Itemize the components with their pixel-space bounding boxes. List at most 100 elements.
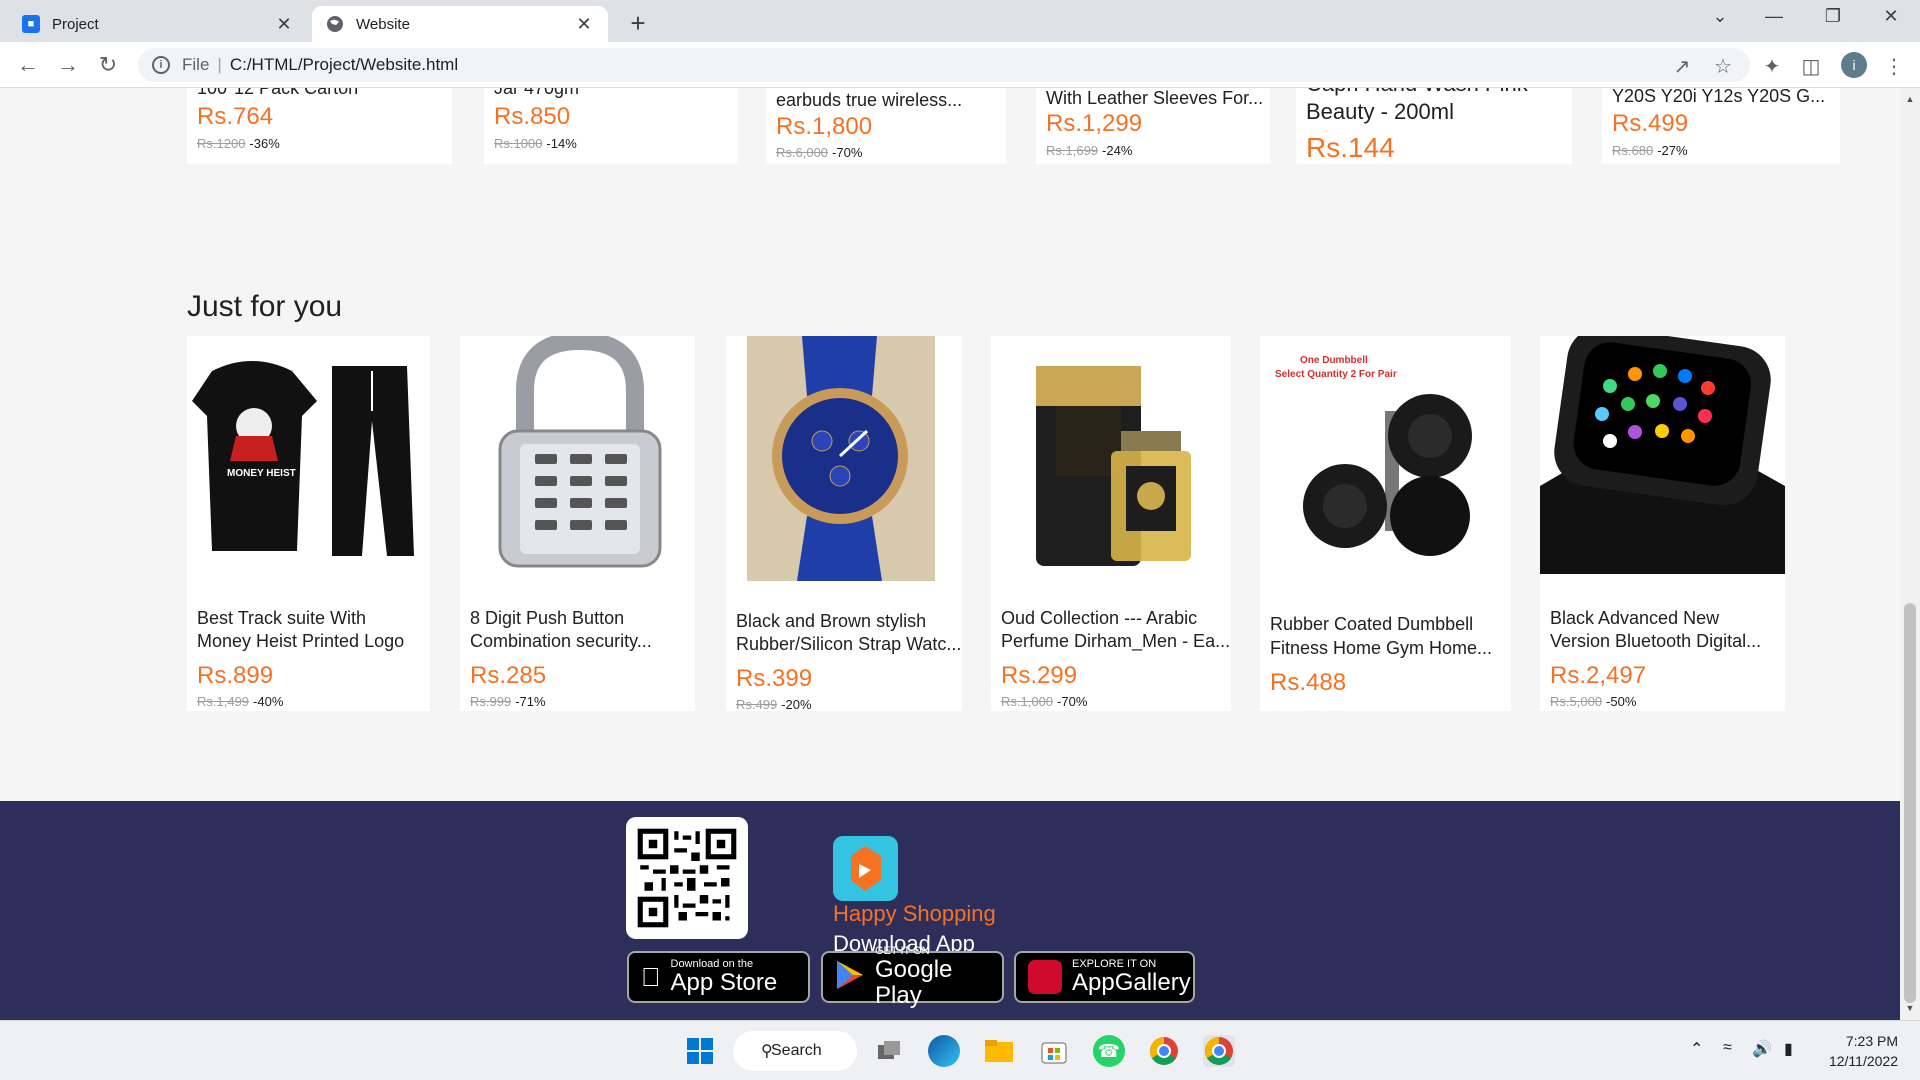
product-name-line2: Money Heist Printed Logo <box>197 631 405 651</box>
product-name-line1: Rubber Coated Dumbbell <box>1270 614 1474 634</box>
product-old-price: Rs.1000 -14% <box>494 136 577 151</box>
minimize-button[interactable]: — <box>1754 6 1794 27</box>
product-old-price: Rs.680 -27% <box>1612 143 1688 158</box>
chrome-profile-icon[interactable] <box>1203 1035 1235 1067</box>
clock-time: 7:23 PM <box>1845 1033 1898 1049</box>
edge-icon[interactable] <box>928 1035 960 1067</box>
store-big-text: Google Play <box>875 956 953 1009</box>
system-clock[interactable]: 7:23 PM 12/11/2022 <box>1818 1031 1898 1071</box>
start-icon[interactable] <box>684 1035 716 1067</box>
product-old-price: Rs.1,499 -40% <box>197 694 284 709</box>
globe-icon <box>326 15 344 33</box>
taskbar-search[interactable]: ⚲ Search <box>733 1031 857 1071</box>
product-name-line1: Best Track suite With <box>197 608 367 628</box>
address-bar[interactable]: i File | C:/HTML/Project/Website.html <box>138 48 1750 82</box>
product-name-top: Capri Hand Wash Pink <box>1306 88 1541 96</box>
product-old-price: Rs.5,000 -50% <box>1550 694 1637 709</box>
product-name-line2: Perfume Dirham_Men - Ea... <box>1001 631 1231 651</box>
tray-overflow-icon[interactable]: ⌃ <box>1690 1039 1703 1059</box>
maximize-button[interactable]: ❐ <box>1813 6 1853 27</box>
close-tab-icon[interactable]: ✕ <box>274 14 294 35</box>
product-image[interactable] <box>747 336 935 581</box>
product-card[interactable]: Black Advanced New Version Bluetooth Dig… <box>1540 336 1785 711</box>
url-text: C:/HTML/Project/Website.html <box>229 55 459 74</box>
product-name: earbuds true wireless... <box>776 90 963 110</box>
back-icon[interactable]: ← <box>14 52 42 78</box>
profile-avatar[interactable]: i <box>1841 52 1867 78</box>
search-label: Search <box>771 1042 822 1059</box>
tab-project[interactable]: ■ Project ✕ <box>8 6 308 42</box>
product-price: Rs.299 <box>1001 662 1078 689</box>
close-window-button[interactable]: ✕ <box>1871 6 1911 27</box>
product-card[interactable]: 100*12 Pack Carton Rs.764 Rs.1200 -36% <box>187 88 452 164</box>
product-card[interactable]: Capri Hand Wash Pink Beauty - 200ml Rs.1… <box>1296 88 1572 164</box>
product-card[interactable]: Oud Collection --- Arabic Perfume Dirham… <box>991 336 1231 711</box>
store-icon[interactable] <box>1038 1035 1070 1067</box>
forward-icon[interactable]: → <box>54 52 82 78</box>
bookmark-star-icon[interactable]: ☆ <box>1710 54 1736 79</box>
product-price: Rs.1,800 <box>776 113 873 140</box>
share-icon[interactable]: ↗ <box>1669 54 1695 79</box>
product-image[interactable] <box>480 336 680 571</box>
side-panel-icon[interactable]: ◫ <box>1798 54 1824 79</box>
product-price: Rs.850 <box>494 103 571 130</box>
product-name: Y20S Y20i Y12s Y20S G... <box>1612 88 1826 106</box>
chrome-icon[interactable] <box>1148 1035 1180 1067</box>
wifi-icon[interactable]: ≈ <box>1723 1039 1732 1057</box>
reload-icon[interactable]: ↻ <box>94 52 122 78</box>
menu-icon[interactable]: ⋮ <box>1881 54 1907 79</box>
web-page: 100*12 Pack Carton Rs.764 Rs.1200 -36% Ja… <box>0 88 1900 1020</box>
tab-title: Website <box>356 15 410 33</box>
product-image[interactable] <box>1011 346 1211 571</box>
product-card[interactable]: Jar 470gm Rs.850 Rs.1000 -14% <box>484 88 738 164</box>
search-icon: ⚲ <box>761 1043 773 1060</box>
scroll-thumb[interactable] <box>1904 603 1916 1003</box>
product-card[interactable]: Y20S Y20i Y12s Y20S G... Rs.499 Rs.680 -2… <box>1602 88 1840 164</box>
taskbar: ⚲ Search ☎ ⌃ ≈ 🔊 ▮ 7:23 PM 12/11/2022 <box>0 1020 1920 1080</box>
project-favicon-icon: ■ <box>22 15 40 33</box>
product-old-price: Rs.499 -20% <box>736 697 812 712</box>
product-card[interactable]: earbuds true wireless... Rs.1,800 Rs.6,0… <box>766 88 1006 164</box>
product-old-price: Rs.999 -71% <box>470 694 546 709</box>
task-view-icon[interactable] <box>873 1035 905 1067</box>
product-card[interactable]: With Leather Sleeves For... Rs.1,299 Rs.… <box>1036 88 1270 164</box>
new-tab-button[interactable]: + <box>624 8 652 39</box>
product-price: Rs.488 <box>1270 669 1347 696</box>
product-name-line2: Version Bluetooth Digital... <box>1550 631 1762 651</box>
tab-website[interactable]: Website ✕ <box>312 6 608 42</box>
product-price: Rs.144 <box>1306 132 1395 163</box>
product-card[interactable]: 8 Digit Push Button Combination security… <box>460 336 695 711</box>
info-icon[interactable]: i <box>152 56 170 74</box>
scheme-label: File <box>182 55 210 74</box>
product-image[interactable]: One Dumbbell Select Quantity 2 For Pair <box>1270 351 1500 571</box>
extensions-icon[interactable]: ✦ <box>1759 54 1785 79</box>
scroll-down-arrow[interactable]: ▼ <box>1904 1003 1916 1013</box>
battery-icon[interactable]: ▮ <box>1784 1039 1793 1059</box>
hoodie-print-text: MONEY HEIST <box>227 468 296 479</box>
play-icon <box>835 959 865 996</box>
whatsapp-icon[interactable]: ☎ <box>1093 1035 1125 1067</box>
product-card[interactable]: MONEY HEIST Best Track suite With Money … <box>187 336 430 711</box>
page-scrollbar[interactable]: ▲ ▼ <box>1900 88 1920 1020</box>
volume-icon[interactable]: 🔊 <box>1752 1039 1772 1059</box>
appgallery-button[interactable]: EXPLORE IT ON AppGallery <box>1014 951 1195 1003</box>
close-tab-icon[interactable]: ✕ <box>574 14 594 35</box>
product-name-line1: Black and Brown stylish <box>736 611 927 631</box>
product-image[interactable]: MONEY HEIST <box>192 341 425 571</box>
product-name-line1: Black Advanced New <box>1550 608 1720 628</box>
product-price: Rs.285 <box>470 662 547 689</box>
product-card[interactable]: Black and Brown stylish Rubber/Silicon S… <box>726 336 962 712</box>
product-card[interactable]: One Dumbbell Select Quantity 2 For Pair … <box>1260 336 1511 711</box>
huawei-icon <box>1028 960 1062 994</box>
product-price: Rs.1,299 <box>1046 110 1143 137</box>
product-name-line2: Fitness Home Gym Home... <box>1270 638 1493 658</box>
google-play-button[interactable]: GET IT ON Google Play <box>821 945 1004 1009</box>
dumbbell-caption-line2: Select Quantity 2 For Pair <box>1275 369 1397 380</box>
product-image[interactable] <box>1540 336 1785 574</box>
app-store-button[interactable]:  Download on theApp Store <box>627 951 810 1003</box>
scroll-up-arrow[interactable]: ▲ <box>1904 94 1916 104</box>
file-explorer-icon[interactable] <box>983 1035 1015 1067</box>
store-big-text: AppGallery <box>1072 969 1191 996</box>
qr-code <box>626 817 748 939</box>
tab-search-icon[interactable]: ⌄ <box>1700 6 1740 27</box>
